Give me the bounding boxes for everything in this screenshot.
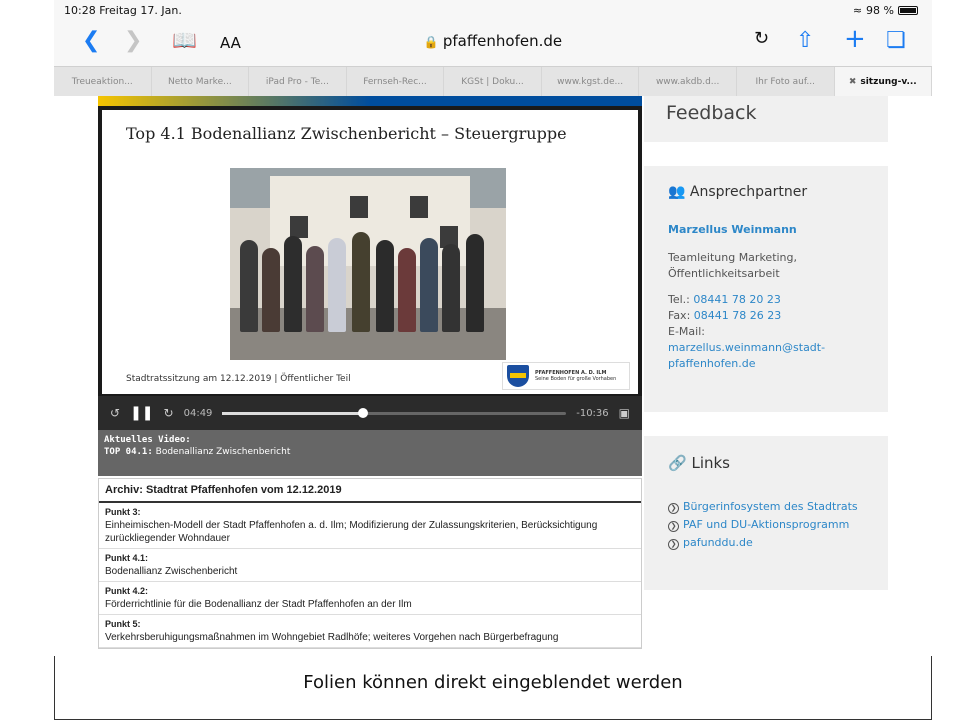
contact-fax: Fax: 08441 78 26 23: [668, 309, 782, 322]
arrow-circle-icon: ❯: [668, 521, 679, 532]
browser-tab[interactable]: Ihr Foto auf...: [737, 67, 835, 96]
contact-role: Teamleitung Marketing, Öffentlichkeitsar…: [668, 251, 798, 280]
list-item[interactable]: Punkt 4.1: Bodenallianz Zwischenbericht: [99, 549, 641, 582]
browser-tab-active[interactable]: ✖ sitzung-v...: [834, 67, 933, 96]
sidebar-link[interactable]: ❯ pafunddu.de: [668, 534, 864, 552]
current-top-code: TOP 04.1:: [104, 447, 153, 457]
presentation-slide: Top 4.1 Bodenallianz Zwischenbericht – S…: [102, 110, 638, 394]
arrow-circle-icon: ❯: [668, 503, 679, 514]
browser-tab[interactable]: Netto Marke...: [152, 67, 250, 96]
rewind-15-icon[interactable]: ↺: [110, 406, 120, 420]
links-heading: 🔗 Links: [668, 454, 731, 472]
player-controls: ↺ ❚❚ ↻ 04:49 -10:36 ▣: [98, 396, 642, 430]
close-tab-icon[interactable]: ✖: [849, 77, 857, 87]
slide-footer: Stadtratssitzung am 12.12.2019 | Öffentl…: [126, 374, 351, 384]
tabs-overview-icon[interactable]: ❏: [886, 28, 906, 53]
browser-tab[interactable]: KGSt | Doku...: [444, 67, 542, 96]
item-text: Bodenallianz Zwischenbericht: [105, 566, 238, 577]
lock-icon: 🔒: [423, 35, 439, 49]
active-tab-label: sitzung-v...: [860, 77, 917, 87]
city-logo: PFAFFENHOFEN A. D. ILM Seine Boden für gr…: [502, 362, 630, 390]
item-key: Punkt 4.2:: [105, 586, 149, 596]
battery-icon: [898, 6, 918, 15]
status-bar: 10:28 Freitag 17. Jan. ≈ 98 %: [54, 0, 932, 20]
status-battery: ≈ 98 %: [853, 4, 918, 17]
link-icon: 🔗: [668, 454, 687, 472]
wifi-icon: ≈: [852, 4, 863, 17]
slide-title: Top 4.1 Bodenallianz Zwischenbericht – S…: [126, 124, 567, 143]
browser-tab[interactable]: www.kgst.de...: [542, 67, 640, 96]
contact-heading: 👥 Ansprechpartner: [668, 184, 808, 200]
elapsed-time: 04:49: [183, 407, 213, 419]
item-text: Einheimischen-Modell der Stadt Pfaffenho…: [105, 520, 598, 544]
feedback-heading: Feedback: [666, 102, 757, 124]
coat-of-arms-icon: [507, 365, 529, 387]
remaining-time: -10:36: [576, 407, 609, 419]
browser-tab[interactable]: iPad Pro - Te...: [249, 67, 347, 96]
links-box: 🔗 Links ❯ Bürgerinfosystem des Stadtrats …: [644, 436, 888, 590]
pause-icon[interactable]: ❚❚: [130, 405, 153, 421]
browser-tab[interactable]: www.akdb.d...: [639, 67, 737, 96]
share-icon[interactable]: ⇧: [796, 28, 814, 53]
forward-15-icon[interactable]: ↻: [164, 406, 174, 420]
browser-tab[interactable]: Fernseh-Rec...: [347, 67, 445, 96]
contact-person-icon: 👥: [668, 184, 686, 200]
sidebar-link[interactable]: ❯ PAF und DU-Aktionsprogramm: [668, 516, 864, 534]
current-video-label: Aktuelles Video:: [104, 435, 191, 445]
email-link[interactable]: marzellus.weinmann@stadt-pfaffenhofen.de: [668, 341, 825, 370]
contact-email: E-Mail: marzellus.weinmann@stadt-pfaffen…: [668, 325, 826, 370]
url-text: pfaffenhofen.de: [442, 32, 563, 50]
video-player[interactable]: Top 4.1 Bodenallianz Zwischenbericht – S…: [98, 96, 642, 430]
web-page: Top 4.1 Bodenallianz Zwischenbericht – S…: [54, 96, 932, 656]
contact-box: 👥 Ansprechpartner Marzellus Weinmann Tea…: [644, 166, 888, 412]
arrow-circle-icon: ❯: [668, 539, 679, 550]
list-item[interactable]: Punkt 5: Verkehrsberuhigungsmaßnahmen im…: [99, 615, 641, 648]
list-item[interactable]: Punkt 4.2: Förderrichtlinie für die Bode…: [99, 582, 641, 615]
item-key: Punkt 3:: [105, 507, 141, 517]
current-video-info: Aktuelles Video: TOP 04.1: Bodenallianz …: [98, 430, 642, 476]
seek-bar[interactable]: [222, 407, 567, 418]
fax-link[interactable]: 08441 78 26 23: [694, 309, 781, 322]
feedback-box[interactable]: Feedback: [644, 96, 888, 142]
seek-knob[interactable]: [358, 407, 369, 418]
battery-label: 98 %: [866, 4, 894, 17]
archive-list: Archiv: Stadtrat Pfaffenhofen vom 12.12.…: [98, 478, 642, 649]
sidebar-link[interactable]: ❯ Bürgerinfosystem des Stadtrats: [668, 498, 864, 516]
player-top-strip: [98, 96, 642, 106]
tel-link[interactable]: 08441 78 20 23: [693, 293, 780, 306]
browser-toolbar: ❮ ❯ 📖 AA 🔒 pfaffenhofen.de ↻ ⇧ + ❏: [54, 20, 932, 66]
contact-name[interactable]: Marzellus Weinmann: [668, 222, 864, 238]
new-tab-icon[interactable]: +: [844, 24, 866, 54]
browser-tab[interactable]: Treueaktion...: [54, 67, 152, 96]
list-item[interactable]: Punkt 3: Einheimischen-Modell der Stadt …: [99, 503, 641, 549]
caption-text: Folien können direkt eingeblendet werden: [303, 672, 683, 693]
status-time: 10:28 Freitag 17. Jan.: [64, 4, 182, 17]
item-text: Förderrichtlinie für die Bodenallianz de…: [105, 599, 412, 610]
contact-tel: Tel.: 08441 78 20 23: [668, 293, 781, 306]
reload-icon[interactable]: ↻: [754, 28, 769, 49]
airplay-icon[interactable]: ▣: [619, 406, 630, 420]
group-photo: [230, 168, 506, 360]
item-key: Punkt 5:: [105, 619, 141, 629]
current-top-title: Bodenallianz Zwischenbericht: [155, 447, 291, 457]
item-text: Verkehrsberuhigungsmaßnahmen im Wohngebi…: [105, 632, 559, 643]
logo-subtext: Seine Boden für große Vorhaben: [535, 376, 617, 382]
item-key: Punkt 4.1:: [105, 553, 149, 563]
archive-title: Archiv: Stadtrat Pfaffenhofen vom 12.12.…: [99, 479, 641, 503]
tab-strip: Treueaktion... Netto Marke... iPad Pro -…: [54, 66, 933, 96]
